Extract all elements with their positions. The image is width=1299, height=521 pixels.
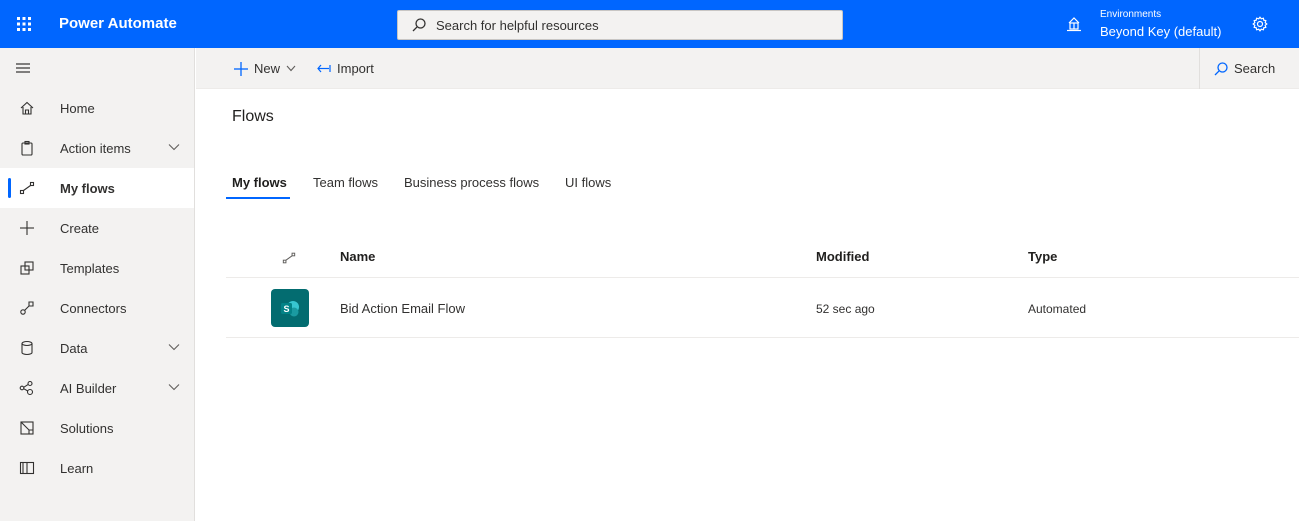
sidebar-item-learn[interactable]: Learn — [0, 448, 194, 488]
sidebar-item-label: Create — [60, 220, 100, 236]
plus-icon — [20, 221, 34, 235]
home-icon — [20, 101, 34, 115]
app-launcher-button[interactable] — [0, 0, 48, 48]
new-label: New — [254, 61, 281, 76]
connector-icon — [20, 301, 34, 315]
tab-my-flows[interactable]: My flows — [232, 175, 287, 190]
chevron-down-icon[interactable] — [168, 383, 180, 391]
hamburger-icon — [16, 63, 30, 73]
search-icon — [412, 18, 426, 32]
sidebar-item-solutions[interactable]: Solutions — [0, 408, 194, 448]
import-icon — [317, 64, 331, 72]
collapse-nav-button[interactable] — [0, 48, 194, 88]
app-title[interactable]: Power Automate — [59, 0, 177, 48]
flow-modified: 52 sec ago — [816, 302, 875, 316]
sidebar-item-data[interactable]: Data — [0, 328, 194, 368]
search-placeholder: Search for helpful resources — [436, 17, 599, 33]
tab-team-flows[interactable]: Team flows — [313, 175, 378, 190]
flow-icon — [19, 181, 35, 195]
clipboard-icon — [21, 140, 33, 156]
sidebar-item-label: Templates — [60, 260, 120, 276]
resource-search-input[interactable]: Search for helpful resources — [397, 10, 843, 40]
header-divider — [226, 277, 1299, 278]
settings-button[interactable] — [1246, 10, 1274, 38]
book-icon — [19, 461, 35, 475]
sidebar-item-home[interactable]: Home — [0, 88, 194, 128]
ai-builder-icon — [19, 380, 34, 396]
search-icon — [1214, 61, 1228, 75]
sidebar-item-label: Action items — [60, 140, 131, 156]
sidebar-item-label: Learn — [60, 460, 94, 476]
import-label: Import — [337, 61, 374, 76]
sidebar-item-label: Home — [60, 100, 95, 116]
database-icon — [21, 340, 33, 356]
sidebar-item-create[interactable]: Create — [0, 208, 194, 248]
column-header-modified[interactable]: Modified — [816, 249, 869, 264]
sidebar-item-action-items[interactable]: Action items — [0, 128, 194, 168]
environment-label[interactable]: Environments — [1100, 9, 1161, 20]
chevron-down-icon[interactable] — [168, 143, 180, 151]
sharepoint-icon[interactable]: S — [271, 289, 309, 327]
left-nav: Home Action items My flows Create Templa… — [0, 48, 195, 521]
command-bar: New Import Search — [196, 48, 1299, 89]
waffle-icon — [17, 17, 31, 31]
chevron-down-icon — [286, 65, 296, 72]
tab-ui-flows[interactable]: UI flows — [565, 175, 611, 190]
sidebar-item-label: Solutions — [60, 420, 114, 436]
gear-icon — [1252, 16, 1268, 32]
plus-icon — [234, 61, 248, 76]
templates-icon — [20, 261, 34, 275]
search-label: Search — [1234, 61, 1276, 76]
sidebar-item-label: Connectors — [60, 300, 127, 316]
column-header-type[interactable]: Type — [1028, 249, 1057, 264]
column-header-name[interactable]: Name — [340, 249, 375, 264]
flow-type-column-icon — [282, 252, 296, 264]
tab-business-process-flows[interactable]: Business process flows — [404, 175, 539, 190]
chevron-down-icon[interactable] — [168, 343, 180, 351]
solutions-icon — [20, 421, 34, 435]
environment-name[interactable]: Beyond Key (default) — [1100, 24, 1221, 39]
sidebar-item-label: My flows — [60, 180, 115, 196]
import-button[interactable]: Import — [317, 48, 374, 89]
sidebar-item-my-flows[interactable]: My flows — [0, 168, 194, 208]
sidebar-item-label: Data — [60, 340, 88, 356]
top-bar: Power Automate Search for helpful resour… — [0, 0, 1299, 48]
page-title: Flows — [232, 108, 274, 125]
new-button[interactable]: New — [234, 48, 302, 89]
flow-type: Automated — [1028, 302, 1087, 316]
flows-search-button[interactable]: Search — [1199, 48, 1299, 89]
environment-icon[interactable] — [1066, 16, 1082, 32]
flow-name-link[interactable]: Bid Action Email Flow — [340, 301, 465, 316]
sharepoint-logo-icon: S — [281, 301, 299, 317]
row-divider — [226, 337, 1299, 338]
sidebar-item-label: AI Builder — [60, 380, 117, 396]
sidebar-item-templates[interactable]: Templates — [0, 248, 194, 288]
active-tab-indicator — [226, 197, 290, 199]
sidebar-item-connectors[interactable]: Connectors — [0, 288, 194, 328]
svg-text:S: S — [283, 304, 289, 314]
sidebar-item-ai-builder[interactable]: AI Builder — [0, 368, 194, 408]
